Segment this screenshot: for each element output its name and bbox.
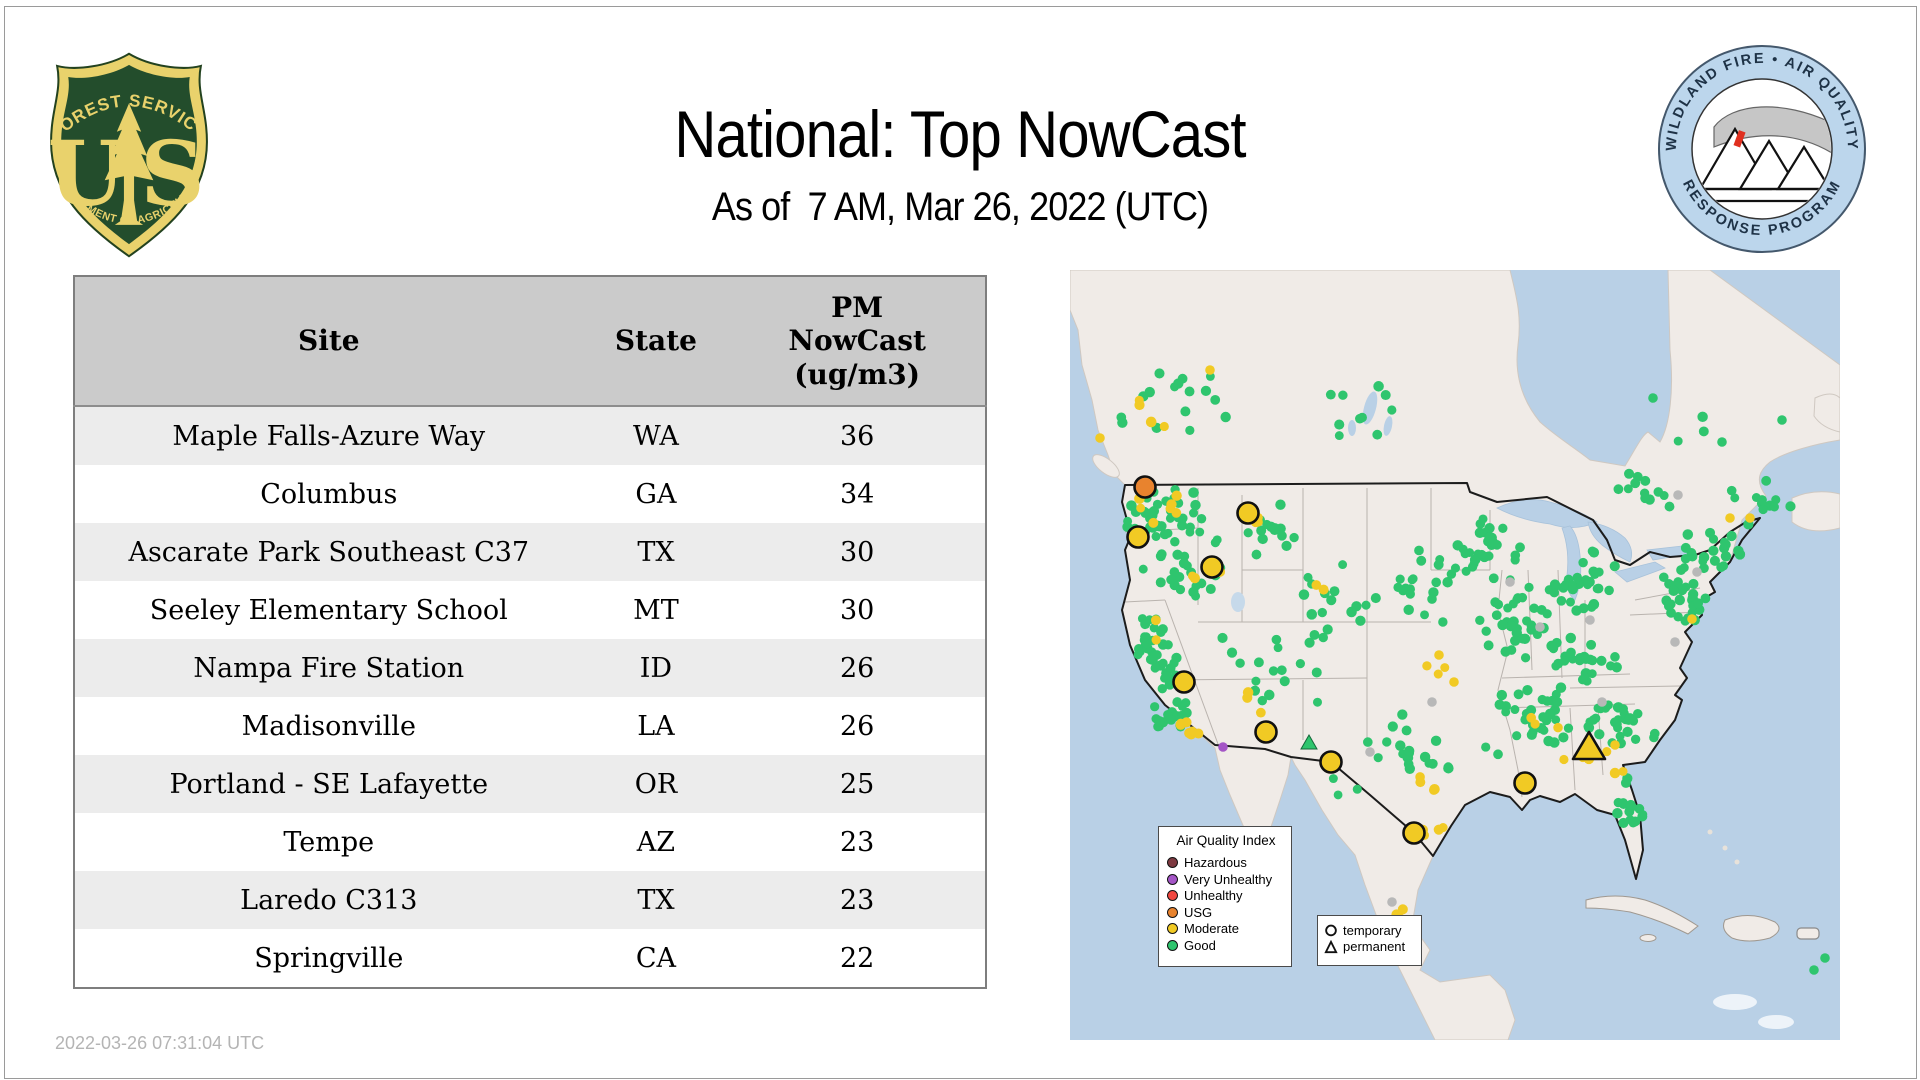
footer-timestamp: 2022-03-26 07:31:04 UTC bbox=[55, 1033, 265, 1053]
state-cell: TX bbox=[582, 871, 730, 929]
aqi-legend-title: Air Quality Index bbox=[1176, 833, 1276, 848]
site-cell: Maple Falls-Azure Way bbox=[74, 406, 583, 465]
pm-cell: 34 bbox=[729, 465, 986, 523]
column-header: State bbox=[582, 276, 730, 407]
pm-cell: 22 bbox=[729, 929, 986, 988]
aqi-swatch-icon bbox=[1167, 890, 1178, 902]
page-title: National: Top NowCast bbox=[674, 97, 1246, 172]
table-row: Springville CA 22 bbox=[74, 929, 986, 988]
state-cell: GA bbox=[582, 465, 730, 523]
pm-cell: 23 bbox=[729, 871, 986, 929]
aqi-legend-item: Very Unhealthy bbox=[1167, 871, 1285, 888]
pm-cell: 30 bbox=[729, 581, 986, 639]
pm-cell: 25 bbox=[729, 755, 986, 813]
site-cell: Ascarate Park Southeast C37 bbox=[74, 523, 583, 581]
pm-cell: 23 bbox=[729, 813, 986, 871]
aqi-legend: Air Quality Index Hazardous Very Unhealth… bbox=[1158, 826, 1292, 967]
table-header: Site State PM NowCast (ug/m3) bbox=[74, 276, 986, 407]
aqi-swatch-icon bbox=[1167, 857, 1178, 869]
table-row: Ascarate Park Southeast C37 TX 30 bbox=[74, 523, 986, 581]
pm-cell: 26 bbox=[729, 697, 986, 755]
site-cell: Nampa Fire Station bbox=[74, 639, 583, 697]
state-cell: OR bbox=[582, 755, 730, 813]
top-nowcast-table: Site State PM NowCast (ug/m3) Maple Falls-Az… bbox=[73, 275, 987, 989]
table-row: Seeley Elementary School MT 30 bbox=[74, 581, 986, 639]
state-cell: LA bbox=[582, 697, 730, 755]
site-cell: Seeley Elementary School bbox=[74, 581, 583, 639]
table-row: Madisonville LA 26 bbox=[74, 697, 986, 755]
column-header: PM NowCast (ug/m3) bbox=[729, 276, 986, 407]
site-cell: Columbus bbox=[74, 465, 583, 523]
aqi-legend-label: Very Unhealthy bbox=[1184, 871, 1273, 887]
aqi-swatch-icon bbox=[1167, 939, 1178, 951]
table-row: Nampa Fire Station ID 26 bbox=[74, 639, 986, 697]
site-cell: Portland - SE Lafayette bbox=[74, 755, 583, 813]
site-cell: Laredo C313 bbox=[74, 871, 583, 929]
pm-cell: 36 bbox=[729, 406, 986, 465]
temporary-monitor-icon bbox=[1325, 924, 1337, 937]
monitor-type-item: permanent bbox=[1324, 939, 1415, 956]
state-cell: WA bbox=[582, 406, 730, 465]
aqi-legend-item: Moderate bbox=[1167, 921, 1285, 938]
state-cell: AZ bbox=[582, 813, 730, 871]
table-row: Maple Falls-Azure Way WA 36 bbox=[74, 406, 986, 465]
site-cell: Springville bbox=[74, 929, 583, 988]
aqi-legend-label: Moderate bbox=[1184, 921, 1239, 937]
pm-cell: 30 bbox=[729, 523, 986, 581]
pm-cell: 26 bbox=[729, 639, 986, 697]
aqi-swatch-icon bbox=[1167, 906, 1178, 918]
page-subtitle: As of 7 AM, Mar 26, 2022 (UTC) bbox=[711, 185, 1209, 229]
monitor-type-label: permanent bbox=[1343, 939, 1406, 955]
aqi-legend-label: Unhealthy bbox=[1184, 888, 1243, 904]
aqi-swatch-icon bbox=[1167, 873, 1178, 885]
state-cell: ID bbox=[582, 639, 730, 697]
aqi-legend-item: Good bbox=[1167, 937, 1285, 954]
site-cell: Madisonville bbox=[74, 697, 583, 755]
table-row: Tempe AZ 23 bbox=[74, 813, 986, 871]
permanent-monitor-icon bbox=[1324, 939, 1338, 953]
table-row: Laredo C313 TX 23 bbox=[74, 871, 986, 929]
aqi-legend-item: Hazardous bbox=[1167, 855, 1285, 872]
aqi-legend-label: USG bbox=[1184, 904, 1213, 920]
state-cell: TX bbox=[582, 523, 730, 581]
state-cell: MT bbox=[582, 581, 730, 639]
aqi-legend-label: Hazardous bbox=[1184, 855, 1247, 871]
monitor-type-item: temporary bbox=[1324, 922, 1415, 939]
aqi-legend-label: Good bbox=[1184, 937, 1216, 953]
monitor-type-legend: temporary permanent bbox=[1317, 915, 1422, 966]
table-row: Portland - SE Lafayette OR 25 bbox=[74, 755, 986, 813]
aqi-legend-item: Unhealthy bbox=[1167, 888, 1285, 905]
column-header: Site bbox=[74, 276, 583, 407]
state-cell: CA bbox=[582, 929, 730, 988]
table-row: Columbus GA 34 bbox=[74, 465, 986, 523]
site-cell: Tempe bbox=[74, 813, 583, 871]
air-quality-map: Air Quality Index Hazardous Very Unhealth… bbox=[1069, 269, 1841, 1041]
aqi-legend-item: USG bbox=[1167, 904, 1285, 921]
aqi-swatch-icon bbox=[1167, 923, 1178, 935]
monitor-type-label: temporary bbox=[1343, 922, 1402, 938]
